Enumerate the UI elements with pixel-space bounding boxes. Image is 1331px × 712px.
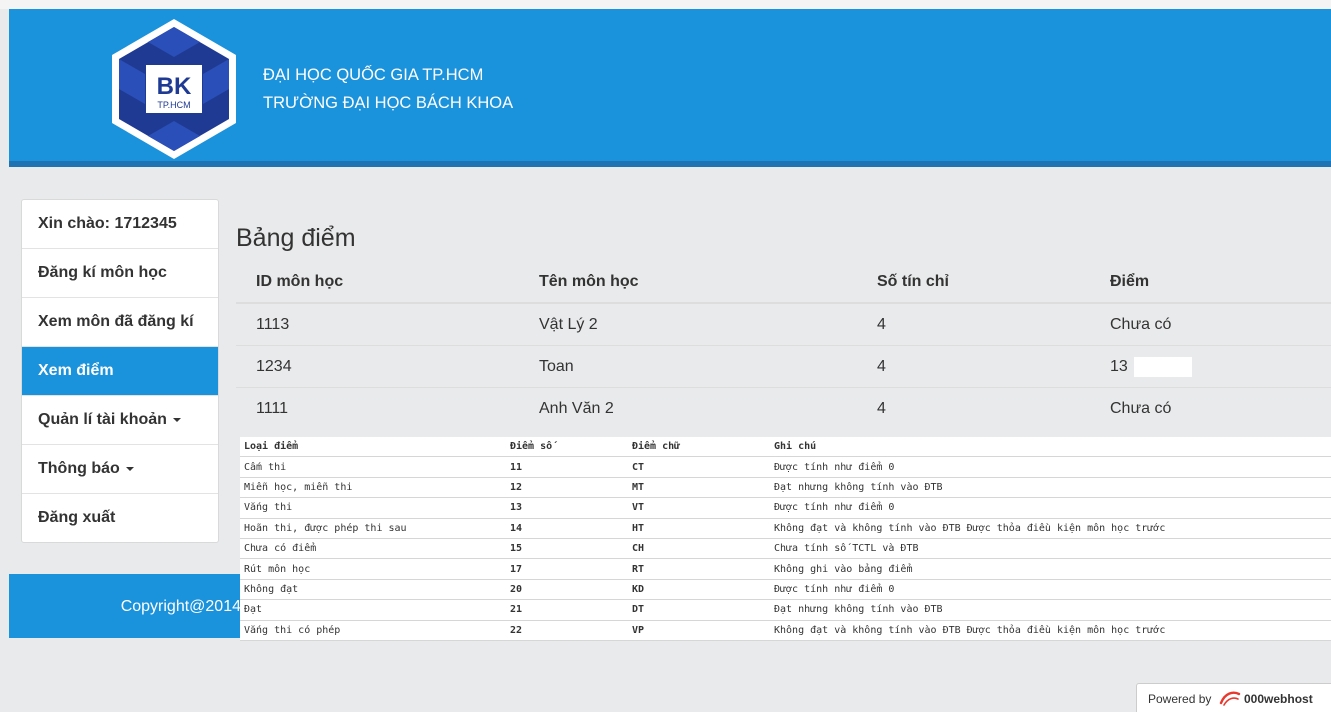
legend-header-row: Loại điểm Điểm số Điểm chữ Ghi chú — [240, 437, 1331, 458]
legend-type: Hoãn thi, được phép thi sau — [240, 518, 506, 539]
site-header: BK TP.HCM ĐẠI HỌC QUỐC GIA TP.HCM TRƯỜNG… — [9, 9, 1331, 167]
legend-code: VP — [628, 620, 770, 641]
course-grade-cell: 13 — [1090, 345, 1331, 388]
sidebar-nav: Xin chào: 1712345 Đăng kí môn học Xem mô… — [21, 199, 219, 543]
legend-note: Không ghi vào bảng điểm — [770, 558, 1331, 580]
legend-column-header: Ghi chú — [770, 437, 1331, 458]
legend-type: Đạt — [240, 599, 506, 621]
copyright-text: Copyright@2014 — [120, 598, 241, 615]
legend-score: 14 — [506, 518, 628, 539]
course-credits: 4 — [877, 399, 886, 417]
legend-row: Hoãn thi, được phép thi sau 14 HT Không đạt… — [240, 518, 1331, 539]
legend-type: Không đạt — [240, 579, 506, 601]
legend-type: Rút môn học — [240, 558, 506, 580]
legend-code: HT — [628, 518, 770, 539]
sidebar-item-notifications[interactable]: Thông báo — [22, 445, 218, 494]
sidebar-item-view-registered[interactable]: Xem môn đã đăng kí — [22, 298, 218, 347]
column-header: Điểm — [1090, 262, 1331, 304]
course-id: 1234 — [236, 345, 519, 388]
legend-score: 15 — [506, 538, 628, 560]
redaction-block — [1133, 356, 1192, 377]
legend-note: Được tính như điểm 0 — [770, 456, 1331, 478]
legend-score: 20 — [506, 579, 628, 601]
legend-code: CH — [628, 538, 770, 560]
legend-row: Rút môn học 17 RT Không ghi vào bảng điểm — [240, 558, 1331, 580]
course-name: Toan — [519, 345, 857, 388]
legend-type: Chưa có điểm — [240, 538, 506, 560]
legend-column-header: Loại điểm — [240, 437, 506, 458]
webhost-brand: 000webhost — [1244, 692, 1313, 706]
top-strip — [0, 0, 1331, 9]
legend-score: 11 — [506, 456, 628, 478]
page-title: Bảng điểm — [236, 224, 356, 252]
legend-row: Chưa có điểm 15 CH Chưa tính số TCTL và ĐTB — [240, 538, 1331, 560]
column-header: ID môn học — [236, 262, 519, 304]
legend-note: Chưa tính số TCTL và ĐTB — [770, 538, 1331, 560]
legend-note: Được tính như điểm 0 — [770, 579, 1331, 601]
course-id: 1113 — [236, 303, 519, 346]
course-credits: 4 — [857, 345, 1090, 388]
legend-column-header: Điểm số — [506, 437, 628, 458]
legend-code: VT — [628, 497, 770, 519]
grades-table: ID môn học Tên môn học Số tín chỉ Điểm 1… — [236, 262, 1331, 429]
grades-header-row: ID môn học Tên môn học Số tín chỉ Điểm — [236, 262, 1331, 304]
legend-code: CT — [628, 456, 770, 478]
powered-by-label: Powered by — [1148, 692, 1212, 706]
table-row: 1234 Toan 4 13 — [236, 345, 1331, 388]
legend-row: Vắng thi có phép 22 VP Không đạt và không t… — [240, 620, 1331, 641]
sidebar-item-account[interactable]: Quản lí tài khoản — [22, 396, 218, 445]
course-credits: 4 — [857, 303, 1090, 346]
legend-score: 21 — [506, 599, 628, 621]
legend-row: Vắng thi 13 VT Được tính như điểm 0 — [240, 497, 1331, 519]
legend-row: Đạt 21 DT Đạt nhưng không tính vào ĐTB — [240, 599, 1331, 621]
header-title: ĐẠI HỌC QUỐC GIA TP.HCM TRƯỜNG ĐẠI HỌC B… — [263, 61, 513, 117]
course-grade: Chưa có — [1090, 303, 1331, 346]
column-header: Số tín chỉ — [857, 262, 1090, 304]
header-line-2: TRƯỜNG ĐẠI HỌC BÁCH KHOA — [263, 94, 514, 112]
svg-text:BK: BK — [157, 73, 192, 100]
legend-row: Cấm thi 11 CT Được tính như điểm 0 — [240, 456, 1331, 478]
caret-down-icon — [125, 466, 134, 471]
legend-type: Vắng thi — [240, 497, 506, 519]
grade-legend-table: Loại điểm Điểm số Điểm chữ Ghi chú Cấm t… — [240, 437, 1331, 641]
sidebar-item-view-grades[interactable]: Xem điểm — [22, 347, 218, 396]
bk-logo[interactable]: BK TP.HCM — [104, 15, 244, 160]
sidebar-item-register-course[interactable]: Đăng kí môn học — [22, 249, 218, 298]
legend-note: Được tính như điểm 0 — [770, 497, 1331, 519]
course-name: Vật Lý 2 — [519, 303, 857, 346]
column-header: Tên môn học — [519, 262, 857, 304]
legend-code: RT — [628, 558, 770, 580]
legend-score: 22 — [506, 620, 628, 641]
legend-code: DT — [628, 599, 770, 621]
powered-by-badge[interactable]: Powered by 000webhost — [1136, 683, 1331, 712]
legend-code: MT — [628, 477, 770, 499]
table-row: 1111 Anh Văn 2 4 Chưa có — [236, 388, 1331, 430]
webhost-swoosh-icon — [1219, 691, 1241, 706]
course-id: 1111 — [256, 399, 289, 417]
caret-down-icon — [172, 417, 181, 422]
svg-text:TP.HCM: TP.HCM — [157, 100, 190, 110]
legend-column-header: Điểm chữ — [628, 437, 770, 458]
legend-code: KD — [628, 579, 770, 601]
legend-score: 12 — [506, 477, 628, 499]
legend-note: Không đạt và không tính vào ĐTB Được thỏ… — [770, 518, 1331, 539]
footer-bar: Copyright@2014 — [9, 574, 241, 638]
sidebar-greeting: Xin chào: 1712345 — [22, 200, 218, 249]
legend-row: Miễn học, miễn thi 12 MT Đạt nhưng không tí… — [240, 477, 1331, 499]
legend-note: Đạt nhưng không tính vào ĐTB — [770, 477, 1331, 499]
legend-row: Không đạt 20 KD Được tính như điểm 0 — [240, 579, 1331, 601]
legend-type: Vắng thi có phép — [240, 620, 506, 641]
course-grade: 13 — [1110, 357, 1128, 375]
sidebar-item-logout[interactable]: Đăng xuất — [22, 494, 218, 542]
legend-score: 13 — [506, 497, 628, 519]
legend-note: Đạt nhưng không tính vào ĐTB — [770, 599, 1331, 621]
legend-score: 17 — [506, 558, 628, 580]
course-grade: Chưa có — [1110, 399, 1172, 417]
legend-type: Cấm thi — [240, 456, 506, 478]
legend-type: Miễn học, miễn thi — [240, 477, 506, 499]
legend-note: Không đạt và không tính vào ĐTB Được thỏ… — [770, 620, 1331, 641]
table-row: 1113 Vật Lý 2 4 Chưa có — [236, 303, 1331, 346]
course-name: Anh Văn 2 — [539, 399, 614, 417]
header-line-1: ĐẠI HỌC QUỐC GIA TP.HCM — [263, 66, 484, 84]
